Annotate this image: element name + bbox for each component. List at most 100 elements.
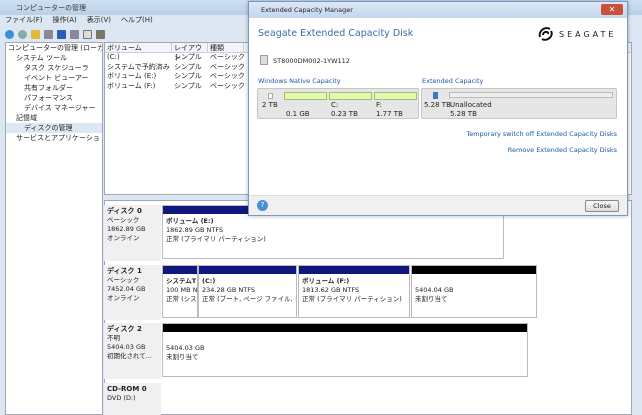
partition-size: 100 MB N [166,286,198,294]
partition-size: 1.77 TB [376,110,403,118]
partition-size: 1813.62 GB NTFS [302,286,360,294]
back-icon[interactable] [5,29,14,39]
disk-status: オンライン [107,294,140,302]
partition[interactable]: 5404.04 GB 未割り当て [411,265,537,318]
disk-name: ディスク 0 [107,207,142,215]
partition[interactable]: 5404.03 GB 未割り当て [162,323,528,377]
properties-icon[interactable] [83,29,92,39]
partition-bar [412,266,536,274]
table-cell: ベーシック [210,72,245,80]
forward-icon[interactable] [18,29,27,39]
column-type[interactable]: 種類 [208,43,244,52]
tree-item[interactable]: デバイス マネージャー [6,103,102,113]
menu-view[interactable]: 表示(V) [87,15,111,28]
dialog-title: Extended Capacity Manager [249,2,627,18]
partition-size: 5404.04 GB [415,286,454,294]
help-icon[interactable] [57,29,66,39]
seagate-wordmark: SEAGATE [559,29,617,39]
extended-capacity-box: 5.28 TB Unallocated 5.28 TB [421,88,617,119]
tree-item[interactable]: 記憶域 [6,113,102,123]
partition-bar [163,324,527,332]
disk-label[interactable]: ディスク 2 不明 5404.03 GB 初期化されて... [104,323,161,379]
partition-bar [284,92,327,100]
extended-total: 5.28 TB [424,101,451,109]
table-cell: ボリューム (F:) [107,81,156,90]
tree-item[interactable]: ディスクの管理 [6,123,102,133]
disk-size: 5404.03 GB [107,343,146,351]
help-icon[interactable]: ? [257,200,268,211]
remove-link[interactable]: Remove Extended Capacity Disks [508,146,617,154]
navigation-tree: コンピューターの管理 (ローカ システム ツール タスク スケジューラ イベント ビュ… [5,42,103,415]
partition-size: 0.1 GB [286,110,310,118]
disk-type: ベーシック [107,276,140,284]
native-capacity-label: Windows Native Capacity [258,77,341,85]
partition-status: 未割り当て [415,295,448,303]
partition-name: ボリューム (F:) [302,277,350,285]
table-cell: (C:) [107,53,120,61]
toolbar [5,28,105,40]
partition-name [166,335,524,344]
extended-partition-size: 5.28 TB [450,110,477,118]
extended-capacity-dialog: Extended Capacity Manager ✕ Seagate Exte… [248,1,628,216]
partition[interactable]: ボリューム (F:) 1813.62 GB NTFS 正常 (プライマリ パーティシ… [298,265,410,318]
partition-bar [374,92,417,100]
partition-status: 正常 (プライマリ パーティション) [166,235,266,243]
partition-name: F: [376,101,382,109]
native-total: 2 TB [262,101,278,109]
table-cell: ベーシック [210,81,245,90]
extended-bar [449,92,613,98]
table-cell: ベーシック [210,53,245,61]
folder-icon[interactable] [31,29,40,39]
dialog-footer: ? Close [249,195,627,215]
table-cell: システムで予約済み [107,62,170,71]
partition-name [415,277,533,286]
native-capacity-box: 2 TB C: F: 0.1 GB 0.23 TB 1.77 TB [257,88,419,119]
column-volume[interactable]: ボリューム [105,43,172,52]
tree-item[interactable]: イベント ビューアー [6,73,102,83]
table-cell: ボリューム (E:) [107,72,157,80]
disk-name: ディスク 2 [107,325,142,333]
tree-item[interactable]: コンピューターの管理 (ローカ [6,43,102,53]
partition-name: (C:) [202,277,216,285]
partition[interactable]: (C:) 234.28 GB NTFS 正常 (ブート, ページ ファイル, ク [198,265,297,318]
menu-bar: ファイル(F) 操作(A) 表示(V) ヘルプ(H) [5,15,153,28]
extended-capacity-label: Extended Capacity [422,77,484,85]
tree-item[interactable]: 共有フォルダー [6,83,102,93]
tree-item[interactable]: システム ツール [6,53,102,63]
export-icon[interactable] [96,29,105,39]
cdrom-type: DVD (D:) [107,394,136,402]
switch-off-link[interactable]: Temporary switch off Extended Capacity D… [466,130,617,138]
menu-action[interactable]: 操作(A) [53,15,77,28]
disk-type: ベーシック [107,216,140,224]
partition-bar [163,266,197,274]
partition-size: 1862.89 GB NTFS [166,226,224,234]
disk-label[interactable]: ディスク 1 ベーシック 7452.04 GB オンライン [104,265,161,320]
disk-icon [260,55,268,65]
extended-partition-name: Unallocated [450,101,492,109]
partition-bar [299,266,409,274]
disk-label[interactable]: ディスク 0 ベーシック 1862.89 GB オンライン [104,205,161,261]
pane-icon[interactable] [70,29,79,39]
tree-item[interactable]: サービスとアプリケーショ [6,133,102,143]
partition-name: C: [331,101,339,109]
partition-bar [199,266,296,274]
partition-bar [329,92,372,100]
tree-item[interactable]: パフォーマンス [6,93,102,103]
tree-item[interactable]: タスク スケジューラ [6,63,102,73]
cdrom-label[interactable]: CD-ROM 0 DVD (D:) [104,383,161,415]
disk-status: オンライン [107,234,140,242]
console-icon[interactable] [44,29,53,39]
partition[interactable]: システムT 100 MB N 正常 (シス [162,265,198,318]
column-layout[interactable]: レイアウト [172,43,208,62]
partition-size: 0.23 TB [331,110,358,118]
menu-file[interactable]: ファイル(F) [5,15,43,28]
partition-name: ボリューム (E:) [166,217,214,225]
menu-help[interactable]: ヘルプ(H) [121,15,153,28]
close-button[interactable]: Close [585,200,619,212]
disk-model: ST8000DM002-1YW112 [273,57,350,65]
seagate-logo: SEAGATE [537,25,616,43]
seagate-logo-icon [538,27,553,41]
close-icon[interactable]: ✕ [601,4,623,15]
disk-name: ディスク 1 [107,267,142,275]
table-cell: シンプル [174,62,202,71]
